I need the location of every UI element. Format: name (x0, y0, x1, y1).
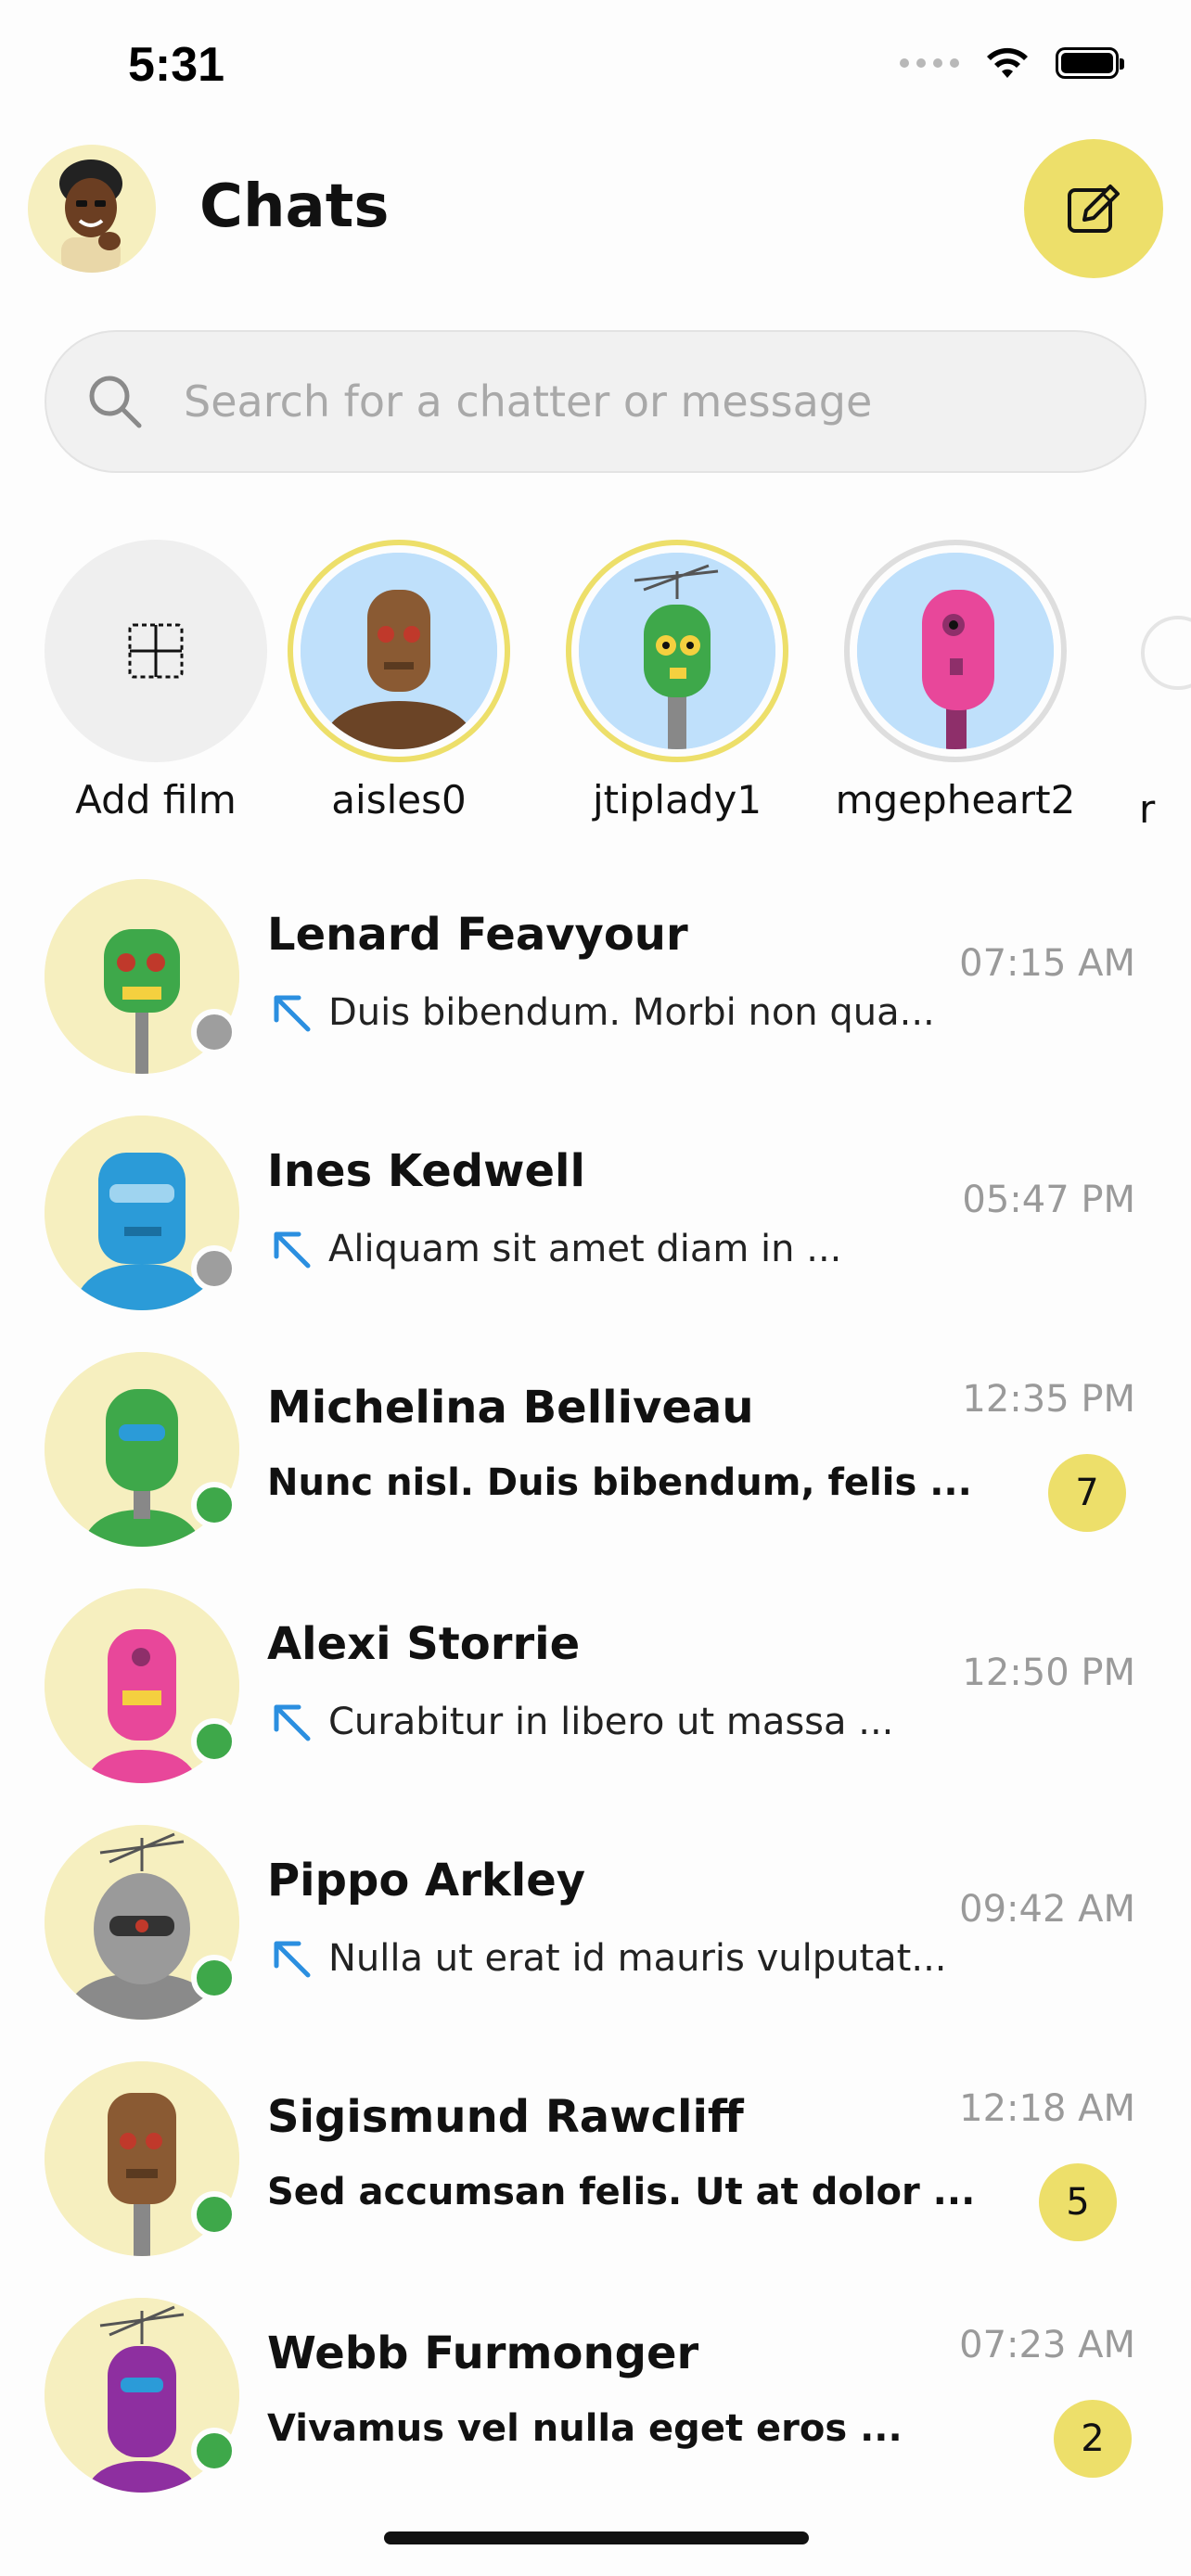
reply-arrow-icon (274, 1941, 311, 1978)
chat-time: 12:50 PM (962, 1651, 1135, 1694)
presence-indicator-offline (191, 1009, 237, 1055)
battery-icon (1056, 47, 1124, 79)
chat-preview-text: Sed accumsan felis. Ut at dolor ... (267, 2171, 972, 2213)
add-film-button[interactable]: Add film (35, 540, 276, 823)
chat-name: Lenard Feavyour (267, 909, 688, 961)
film-partial[interactable] (1141, 616, 1191, 690)
film-partial-label: r (1139, 786, 1156, 832)
status-indicators (900, 45, 1124, 82)
chat-preview: Vivamus vel nulla eget eros ... (267, 2407, 972, 2450)
chat-preview: Aliquam sit amet diam in ... (267, 1225, 972, 1273)
compose-button[interactable] (1024, 139, 1163, 278)
chat-preview-text: Vivamus vel nulla eget eros ... (267, 2407, 903, 2450)
search-bar[interactable] (45, 330, 1146, 473)
robot-avatar-brown (301, 553, 497, 749)
chat-preview-text: Aliquam sit amet diam in ... (328, 1228, 842, 1270)
film-jtiplady1[interactable]: jtiplady1 (557, 540, 798, 823)
chat-row[interactable]: Sigismund Rawcliff Sed accumsan felis. U… (0, 2054, 1191, 2290)
chat-name: Ines Kedwell (267, 1145, 585, 1197)
film-avatar (857, 553, 1054, 749)
status-bar: 5:31 (0, 0, 1191, 139)
film-ring[interactable] (288, 540, 510, 762)
film-ring[interactable] (566, 540, 788, 762)
chat-name: Sigismund Rawcliff (267, 2091, 744, 2143)
chat-preview-text: Curabitur in libero ut massa ... (328, 1701, 894, 1743)
chat-time: 12:18 AM (959, 2087, 1135, 2130)
chat-row[interactable]: Michelina Belliveau Nunc nisl. Duis bibe… (0, 1345, 1191, 1581)
presence-indicator-online (191, 1482, 237, 1528)
chat-name: Alexi Storrie (267, 1618, 581, 1670)
search-icon (89, 376, 142, 428)
chat-time: 07:15 AM (959, 942, 1135, 985)
film-label: Add film (75, 777, 237, 823)
my-profile-avatar[interactable] (28, 145, 156, 273)
chat-preview: Nunc nisl. Duis bibendum, felis ... (267, 1461, 972, 1504)
chat-name: Pippo Arkley (267, 1855, 586, 1906)
film-ring[interactable] (844, 540, 1067, 762)
status-time: 5:31 (128, 38, 225, 92)
unread-count-badge: 7 (1048, 1454, 1126, 1532)
chat-preview: Sed accumsan felis. Ut at dolor ... (267, 2171, 972, 2213)
chat-preview: Duis bibendum. Morbi non qua... (267, 988, 972, 1037)
presence-indicator-online (191, 1955, 237, 2001)
add-film-circle[interactable] (45, 540, 267, 762)
compose-icon (1068, 185, 1120, 233)
chat-name: Webb Furmonger (267, 2327, 699, 2379)
presence-indicator-online (191, 2428, 237, 2474)
cellular-signal-icon (900, 58, 959, 68)
chat-preview-text: Nulla ut erat id mauris vulputat... (328, 1937, 947, 1980)
film-aisles0[interactable]: aisles0 (278, 540, 519, 823)
presence-indicator-online (191, 2191, 237, 2238)
film-label: jtiplady1 (592, 777, 762, 823)
reply-arrow-icon (274, 1231, 311, 1269)
chat-row[interactable]: Alexi Storrie Curabitur in libero ut mas… (0, 1581, 1191, 1817)
wifi-icon (987, 47, 1028, 78)
film-label: mgepheart2 (835, 777, 1076, 823)
chat-preview-text: Duis bibendum. Morbi non qua... (328, 991, 935, 1034)
home-indicator[interactable] (384, 2531, 809, 2544)
film-avatar (301, 553, 497, 749)
film-avatar (579, 553, 775, 749)
robot-avatar-pink (857, 553, 1054, 749)
unread-count-badge: 2 (1054, 2400, 1132, 2478)
page-title: Chats (199, 172, 390, 241)
reply-arrow-icon (274, 995, 311, 1032)
add-film-icon (128, 623, 184, 679)
presence-indicator-online (191, 1718, 237, 1765)
chat-row[interactable]: Ines Kedwell Aliquam sit amet diam in ..… (0, 1108, 1191, 1345)
chat-time: 12:35 PM (962, 1378, 1135, 1421)
chat-preview: Curabitur in libero ut massa ... (267, 1698, 972, 1746)
films-row[interactable]: Add film aisles0 jtiplady1 mgepheart2 r (0, 540, 1191, 836)
chat-list: Lenard Feavyour Duis bibendum. Morbi non… (0, 872, 1191, 2527)
chat-time: 05:47 PM (962, 1179, 1135, 1221)
avatar-illustration (28, 145, 156, 273)
chat-row[interactable]: Pippo Arkley Nulla ut erat id mauris vul… (0, 1817, 1191, 2054)
robot-avatar-green (579, 553, 775, 749)
chat-row[interactable]: Lenard Feavyour Duis bibendum. Morbi non… (0, 872, 1191, 1108)
chat-time: 09:42 AM (959, 1888, 1135, 1931)
chat-preview: Nulla ut erat id mauris vulputat... (267, 1934, 972, 1983)
chat-name: Michelina Belliveau (267, 1382, 754, 1434)
unread-count-badge: 5 (1039, 2163, 1117, 2241)
chat-preview-text: Nunc nisl. Duis bibendum, felis ... (267, 1461, 972, 1504)
film-mgepheart2[interactable]: mgepheart2 (835, 540, 1076, 823)
search-input[interactable] (182, 376, 1067, 427)
chat-time: 07:23 AM (959, 2324, 1135, 2366)
reply-arrow-icon (274, 1704, 311, 1741)
film-label: aisles0 (331, 777, 467, 823)
chat-row[interactable]: Webb Furmonger Vivamus vel nulla eget er… (0, 2290, 1191, 2527)
presence-indicator-offline (191, 1245, 237, 1292)
